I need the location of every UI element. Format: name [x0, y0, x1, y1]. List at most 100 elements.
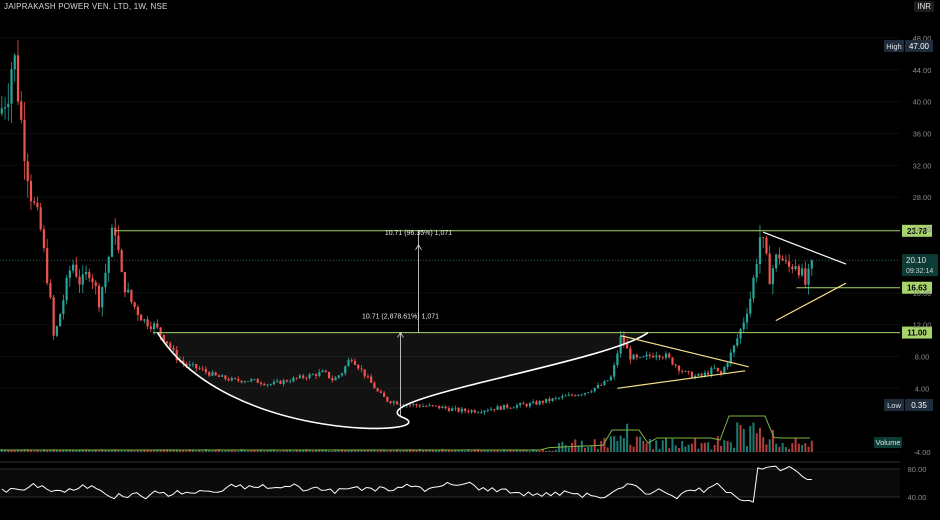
volume-bar: [496, 450, 499, 452]
candle-body: [742, 322, 745, 330]
volume-bar: [665, 437, 667, 452]
candle-body: [561, 396, 564, 398]
candle-body: [687, 371, 690, 373]
candle-body: [755, 264, 758, 278]
candle-body: [224, 375, 227, 379]
candle-body: [723, 367, 726, 374]
volume-bar: [230, 450, 233, 452]
candle-body: [305, 377, 308, 379]
candle-body: [486, 410, 489, 412]
candle-body: [408, 404, 412, 406]
candle-body: [16, 55, 20, 102]
volume-bar: [736, 422, 739, 452]
candle-body: [700, 373, 703, 376]
cup-area: [157, 332, 648, 429]
candle-body: [350, 359, 353, 361]
candle-body: [444, 406, 447, 409]
volume-bar: [441, 449, 444, 452]
volume-bar: [392, 450, 395, 452]
volume-bar: [600, 440, 603, 452]
high-label: High: [886, 42, 901, 51]
candle-body: [337, 375, 340, 378]
candle-body: [545, 398, 548, 403]
volume-bar: [46, 450, 49, 452]
candle-body: [548, 398, 551, 401]
candle-body: [340, 373, 344, 376]
candle-body: [266, 384, 269, 386]
candle-body: [467, 410, 470, 413]
candle-body: [784, 260, 787, 262]
volume-bar: [276, 450, 279, 452]
candle-body: [20, 101, 23, 120]
candle-body: [412, 404, 415, 405]
volume-bar: [470, 450, 473, 452]
countdown-label: 09:32:14: [906, 268, 933, 275]
candle-body: [745, 313, 749, 323]
candle-body: [638, 357, 642, 358]
volume-bar: [62, 450, 65, 452]
candle-body: [214, 372, 217, 376]
candle-body: [509, 407, 512, 409]
volume-bar: [347, 450, 350, 452]
candle-body: [703, 372, 706, 376]
candle-body: [567, 394, 570, 396]
candle-body: [719, 371, 723, 374]
volume-bar: [694, 437, 697, 452]
candle-body: [593, 387, 596, 392]
candle-body: [551, 398, 554, 401]
candle-body: [195, 363, 198, 369]
candle-body: [729, 352, 732, 364]
volume-bar: [632, 446, 635, 452]
candle-body: [71, 264, 75, 271]
volume-bar: [661, 440, 664, 452]
volume-bar: [214, 450, 217, 452]
volume-bar: [499, 450, 502, 452]
candle-body: [775, 254, 778, 269]
candle-body: [133, 302, 136, 307]
candle-body: [570, 394, 574, 396]
volume-bar: [39, 450, 42, 452]
candle-body: [616, 353, 619, 366]
candle-body: [506, 404, 509, 408]
price-chart[interactable]: 23.7816.6311.00 48.0044.0040.0036.0032.0…: [0, 0, 940, 520]
candle-body: [525, 404, 528, 407]
candle-body: [208, 372, 211, 376]
candle-body: [418, 405, 421, 407]
price-tick-label: 12.00: [913, 321, 932, 330]
candle-body: [379, 391, 382, 393]
candle-body: [78, 276, 81, 285]
rsi-tick-label: 40.00: [908, 493, 927, 502]
candle-body: [10, 69, 13, 104]
volume-bar: [726, 441, 729, 452]
candle-body: [263, 383, 266, 386]
volume-bar: [755, 433, 758, 452]
candle-body: [272, 381, 276, 385]
volume-bar: [707, 442, 710, 452]
candle-body: [318, 372, 321, 376]
volume-bar: [622, 438, 625, 452]
candle-body: [425, 405, 428, 407]
candle-body: [191, 363, 195, 365]
candle-body: [68, 270, 71, 278]
candle-body: [26, 161, 29, 182]
candle-body: [438, 405, 441, 409]
volume-bar: [671, 438, 674, 452]
candle-body: [298, 375, 301, 379]
candle-body: [29, 181, 33, 202]
volume-bar: [684, 446, 687, 452]
candle-body: [655, 355, 658, 358]
candle-body: [59, 314, 62, 327]
volume-bar: [490, 450, 493, 452]
candle-body: [243, 381, 246, 383]
volume-bar: [739, 424, 742, 452]
candle-body: [370, 376, 373, 383]
candle-body: [165, 341, 169, 344]
last-price-label: 20.10: [906, 256, 927, 265]
volume-bar: [17, 450, 19, 452]
volume-bar: [311, 450, 314, 452]
candle-body: [642, 356, 645, 358]
volume-bar: [353, 450, 356, 452]
volume-bar: [690, 443, 693, 452]
volume-bar: [201, 450, 204, 452]
volume-bar: [590, 445, 593, 452]
